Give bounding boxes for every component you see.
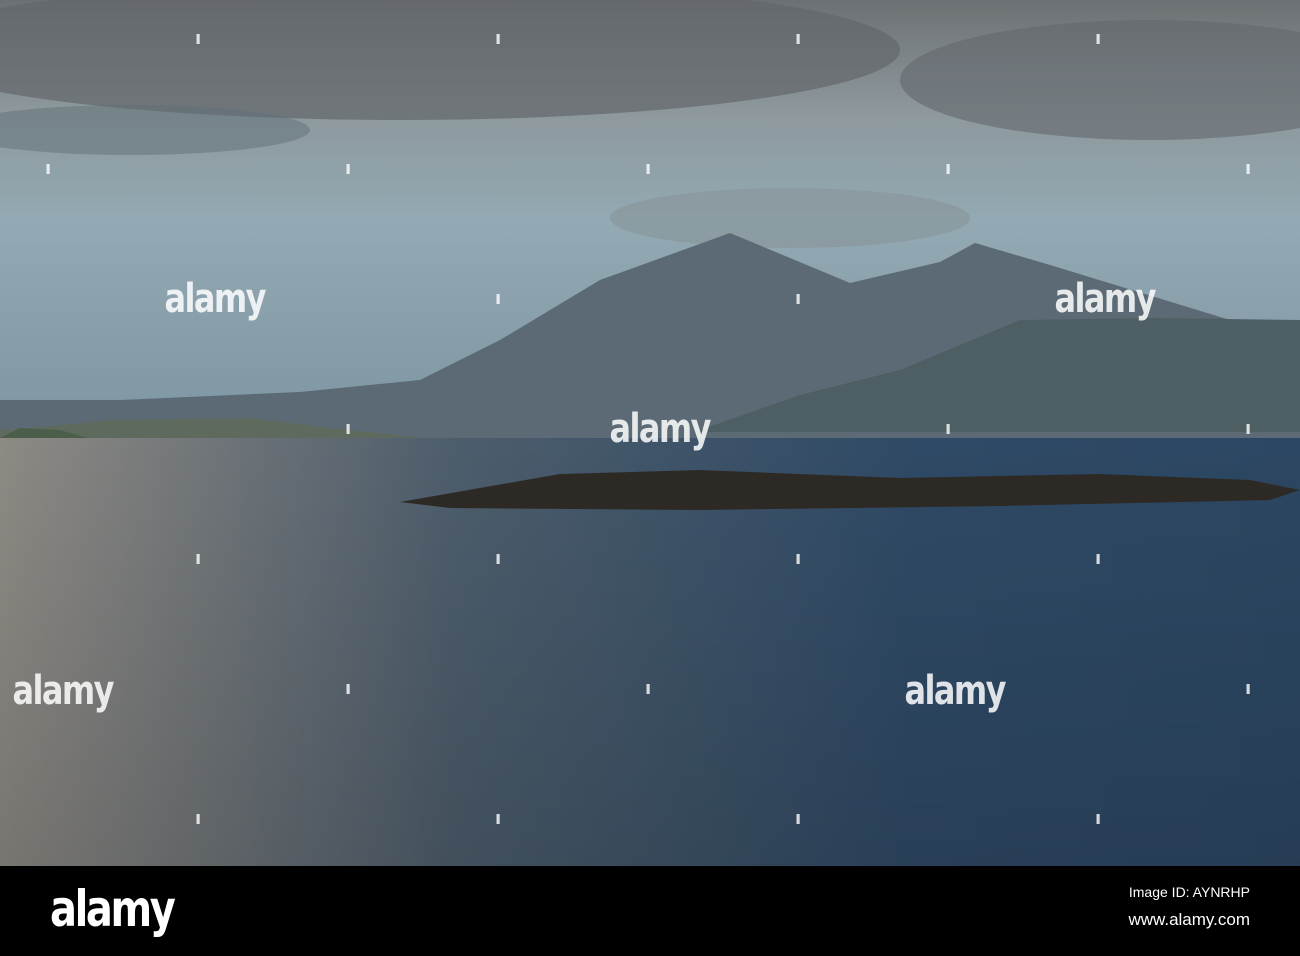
watermark: alamy	[164, 276, 267, 322]
watermark-mark: ı	[195, 548, 202, 569]
watermark-mark: ı	[945, 158, 952, 179]
watermark: alamy	[1054, 276, 1157, 322]
watermark-mark: ı	[495, 548, 502, 569]
watermark-mark: ı	[795, 28, 802, 49]
watermark-mark: ı	[1245, 678, 1252, 699]
watermark-mark: ı	[795, 548, 802, 569]
cap-cloud	[610, 188, 970, 248]
watermark-mark: ı	[795, 288, 802, 309]
watermark-mark: ı	[645, 158, 652, 179]
watermark: alamy	[12, 668, 115, 714]
watermark-mark: ı	[1095, 808, 1102, 829]
watermark-mark: ı	[1095, 548, 1102, 569]
stock-photo: alamy alamy alamy alamy alamy alamy Imag…	[0, 0, 1300, 956]
watermark-mark: ı	[945, 418, 952, 439]
watermark-mark: ı	[345, 418, 352, 439]
watermark-mark: ı	[1095, 28, 1102, 49]
watermark: alamy	[904, 668, 1007, 714]
watermark-mark: ı	[195, 808, 202, 829]
watermark-mark: ı	[645, 678, 652, 699]
watermark-mark: ı	[345, 158, 352, 179]
watermark-mark: ı	[495, 28, 502, 49]
watermark-mark: ı	[45, 158, 52, 179]
image-id: Image ID: AYNRHP	[1128, 884, 1250, 900]
watermark-mark: ı	[795, 808, 802, 829]
watermark-mark: ı	[495, 288, 502, 309]
watermark-mark: ı	[1245, 418, 1252, 439]
site-url: www.alamy.com	[1128, 910, 1250, 929]
footer-bar: alamy Image ID: AYNRHP www.alamy.com	[0, 866, 1300, 956]
watermark-mark: ı	[345, 678, 352, 699]
watermark-mark: ı	[195, 28, 202, 49]
watermark-mark: ı	[495, 808, 502, 829]
alamy-logo: alamy	[50, 880, 176, 938]
watermark-mark: ı	[1245, 158, 1252, 179]
watermark: alamy	[609, 406, 712, 452]
